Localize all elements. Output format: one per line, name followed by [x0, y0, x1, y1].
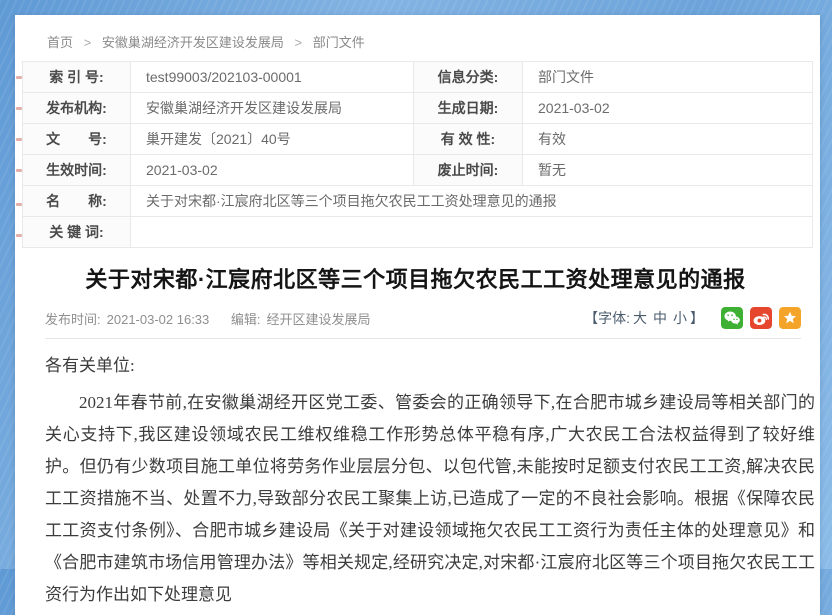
meta-label-doc-name: 名 称: — [22, 185, 131, 217]
article-meta-row: 发布时间: 2021-03-02 16:33 编辑: 经开区建设发展局 【字体: 大中… — [45, 307, 801, 329]
meta-label-keywords: 关 键 词: — [22, 216, 131, 248]
body-paragraph: 2021年春节前,在安徽巢湖经开区党工委、管委会的正确领导下,在合肥市城乡建设局… — [45, 393, 815, 604]
share-buttons — [714, 307, 801, 329]
meta-label-publisher: 发布机构: — [22, 92, 131, 124]
meta-value-publisher: 安徽巢湖经济开发区建设发展局 — [130, 92, 414, 124]
document-meta-table: 索 引 号: test99003/202103-00001 信息分类: 部门文件… — [22, 61, 813, 248]
breadcrumb-bureau[interactable]: 安徽巢湖经济开发区建设发展局 — [102, 35, 284, 50]
breadcrumb-separator: > — [294, 35, 303, 50]
table-row: 发布机构: 安徽巢湖经济开发区建设发展局 生成日期: 2021-03-02 — [22, 92, 813, 124]
meta-label-doc-number: 文 号: — [22, 123, 131, 155]
meta-label-info-category: 信息分类: — [413, 61, 523, 93]
row-accent-mark — [16, 234, 22, 237]
content-panel: 首页 > 安徽巢湖经济开发区建设发展局 > 部门文件 索 引 号: test99… — [15, 15, 820, 615]
meta-label-index-number: 索 引 号: — [22, 61, 131, 93]
breadcrumb-separator: > — [83, 35, 92, 50]
breadcrumb: 首页 > 安徽巢湖经济开发区建设发展局 > 部门文件 — [22, 28, 809, 61]
meta-value-effective-date: 2021-03-02 — [130, 154, 414, 186]
editor-label: 编辑: — [230, 311, 261, 327]
table-row: 生效时间: 2021-03-02 废止时间: 暂无 — [22, 154, 813, 186]
publish-time-value: 2021-03-02 16:33 — [106, 311, 210, 327]
font-control-close: 】 — [690, 310, 704, 326]
salutation-paragraph: 各有关单位: — [45, 356, 135, 375]
table-row: 名 称: 关于对宋都·江宸府北区等三个项目拖欠农民工工资处理意见的通报 — [22, 185, 813, 217]
breadcrumb-section[interactable]: 部门文件 — [313, 35, 365, 50]
meta-value-keywords — [130, 216, 813, 248]
editor-value: 经开区建设发展局 — [266, 311, 371, 327]
meta-divider — [45, 338, 801, 339]
publish-info: 发布时间: 2021-03-02 16:33 编辑: 经开区建设发展局 — [45, 309, 377, 328]
wechat-share-icon[interactable] — [721, 307, 743, 329]
meta-value-create-date: 2021-03-02 — [522, 92, 813, 124]
meta-label-validity: 有 效 性: — [413, 123, 523, 155]
meta-label-create-date: 生成日期: — [413, 92, 523, 124]
table-row: 关 键 词: — [22, 216, 813, 248]
meta-label-repeal-date: 废止时间: — [413, 154, 523, 186]
weibo-share-icon[interactable] — [750, 307, 772, 329]
font-size-small[interactable]: 小 — [673, 310, 687, 326]
meta-value-info-category: 部门文件 — [522, 61, 813, 93]
page-title: 关于对宋都·江宸府北区等三个项目拖欠农民工工资处理意见的通报 — [85, 267, 746, 292]
font-size-medium[interactable]: 中 — [653, 310, 667, 326]
row-accent-mark — [16, 107, 22, 110]
article-tools: 【字体: 大中小】 — [584, 307, 801, 329]
font-control-open: 【字体: — [584, 310, 630, 326]
meta-value-repeal-date: 暂无 — [522, 154, 813, 186]
publish-time-label: 发布时间: — [45, 311, 101, 327]
meta-value-index-number: test99003/202103-00001 — [130, 61, 414, 93]
article-body: 各有关单位: 2021年春节前,在安徽巢湖经开区党工委、管委会的正确领导下,在合… — [45, 350, 815, 611]
row-accent-mark — [16, 76, 22, 79]
meta-value-doc-number: 巢开建发〔2021〕40号 — [130, 123, 414, 155]
row-accent-mark — [16, 203, 22, 206]
meta-value-doc-name: 关于对宋都·江宸府北区等三个项目拖欠农民工工资处理意见的通报 — [130, 185, 813, 217]
font-size-large[interactable]: 大 — [633, 310, 647, 326]
meta-value-validity: 有效 — [522, 123, 813, 155]
font-size-control: 【字体: 大中小】 — [584, 308, 704, 328]
table-row: 文 号: 巢开建发〔2021〕40号 有 效 性: 有效 — [22, 123, 813, 155]
favorite-star-icon[interactable] — [779, 307, 801, 329]
table-row: 索 引 号: test99003/202103-00001 信息分类: 部门文件 — [22, 61, 813, 93]
breadcrumb-home[interactable]: 首页 — [47, 35, 73, 50]
row-accent-mark — [16, 138, 22, 141]
row-accent-mark — [16, 169, 22, 172]
meta-label-effective-date: 生效时间: — [22, 154, 131, 186]
